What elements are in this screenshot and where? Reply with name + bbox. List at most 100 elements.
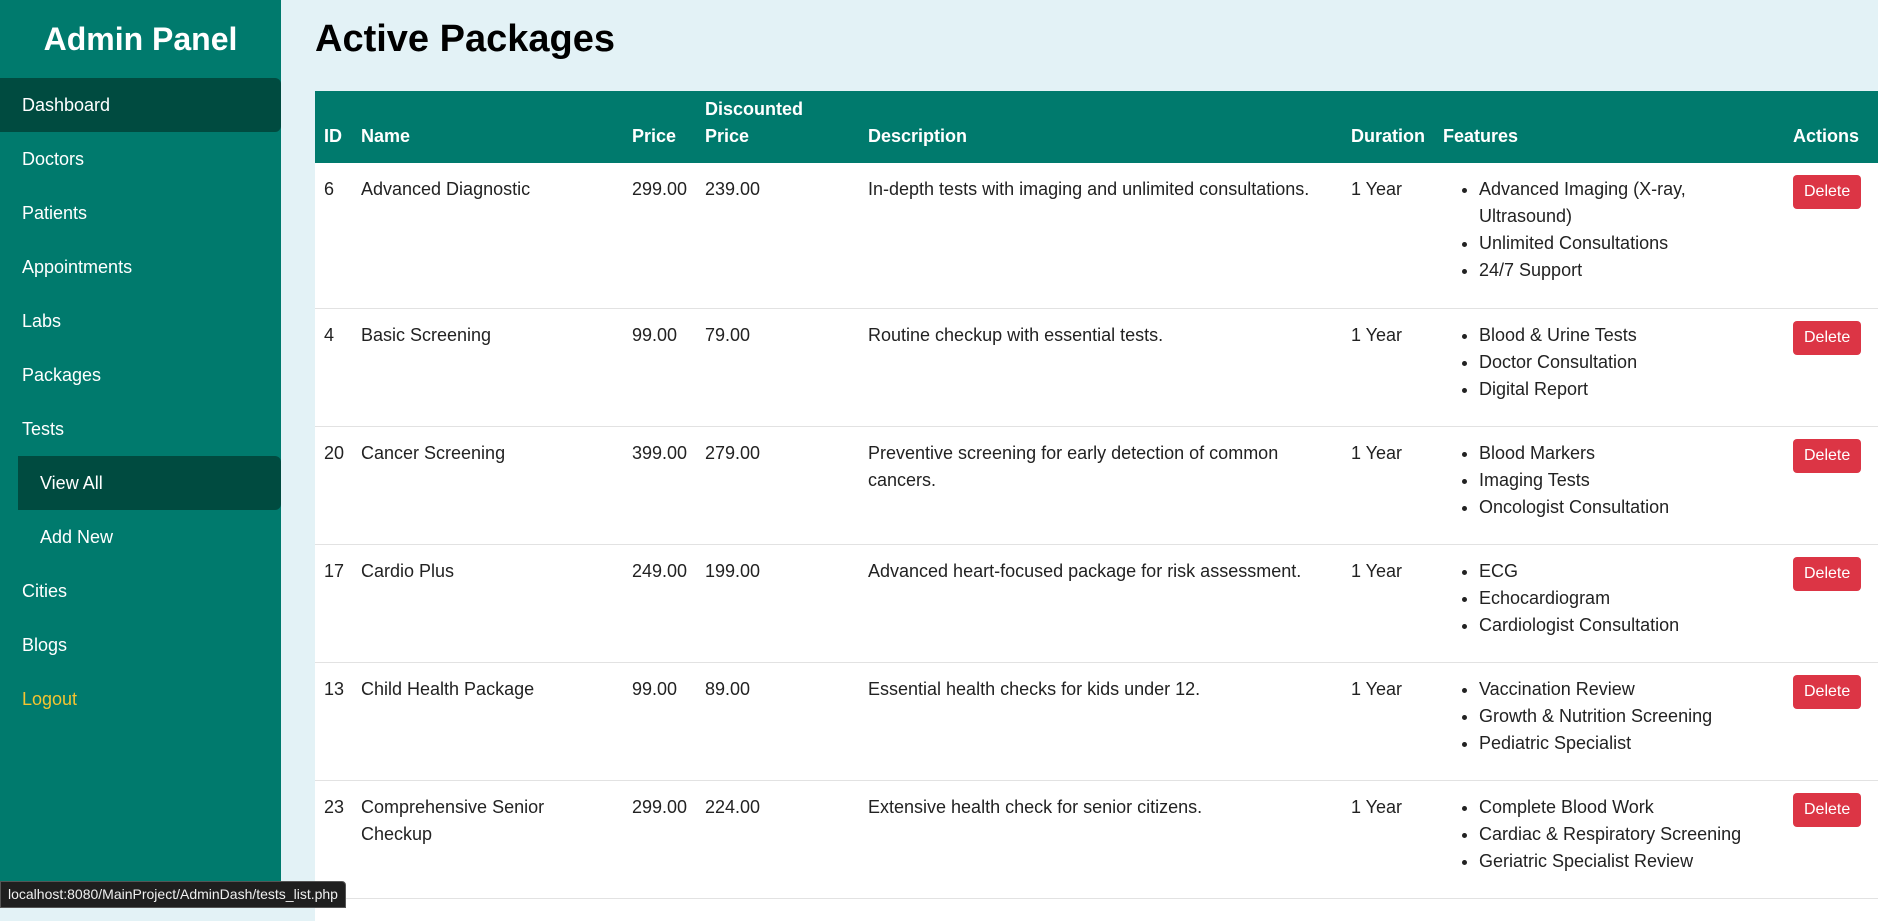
cell-description: Preventive screening for early detection… [859, 426, 1342, 545]
column-header-features: Features [1443, 126, 1519, 146]
cell-actions: Delete [1784, 308, 1878, 427]
cell-duration: 1 Year [1342, 544, 1434, 663]
page-title: Active Packages [315, 18, 615, 60]
delete-button[interactable]: Delete [1793, 556, 1862, 591]
feature-item: ECG [1479, 558, 1775, 585]
sidebar-item-doctors[interactable]: Doctors [0, 132, 281, 186]
cell-actions: Delete [1784, 426, 1878, 545]
app-title: Admin Panel [43, 21, 238, 57]
column-header-duration: Duration [1351, 126, 1425, 146]
cell-name: Basic Screening [352, 308, 623, 427]
cell-actions: Delete [1784, 163, 1878, 309]
features-list: Advanced Imaging (X-ray, Ultrasound)Unli… [1443, 176, 1775, 284]
cell-duration: 1 Year [1342, 780, 1434, 899]
cell-duration: 1 Year [1342, 308, 1434, 427]
feature-item: Doctor Consultation [1479, 349, 1775, 376]
column-header-price: Price [632, 126, 677, 146]
feature-item: Imaging Tests [1479, 467, 1775, 494]
browser-status-url: localhost:8080/MainProject/AdminDash/tes… [0, 881, 346, 908]
sidebar-subitem-add-new[interactable]: Add New [18, 510, 281, 564]
cell-features: Blood & Urine TestsDoctor ConsultationDi… [1434, 308, 1784, 427]
delete-button[interactable]: Delete [1793, 320, 1862, 355]
column-header-name: Name [361, 126, 411, 146]
table-row: 23 Comprehensive Senior Checkup 299.00 224.… [315, 780, 1878, 899]
feature-item: Cardiac & Respiratory Screening [1479, 821, 1775, 848]
sidebar-nav: Dashboard Doctors Patients Appointments … [0, 78, 281, 726]
cell-description: Routine checkup with essential tests. [859, 308, 1342, 427]
cell-discounted-price: 224.00 [696, 780, 859, 899]
cell-duration: 1 Year [1342, 426, 1434, 545]
cell-description: In-depth tests with imaging and unlimite… [859, 163, 1342, 309]
table-row: 17 Cardio Plus 249.00 199.00 Advanced heart-… [315, 544, 1878, 663]
cell-discounted-price: 239.00 [696, 163, 859, 309]
cell-name: Advanced Diagnostic [352, 163, 623, 309]
cell-actions: Delete [1784, 544, 1878, 663]
feature-item: Digital Report [1479, 376, 1775, 403]
feature-item: Growth & Nutrition Screening [1479, 703, 1775, 730]
delete-button[interactable]: Delete [1793, 438, 1862, 473]
cell-description: Advanced heart-focused package for risk … [859, 544, 1342, 663]
features-list: Blood MarkersImaging TestsOncologist Con… [1443, 440, 1775, 521]
sidebar-item-logout[interactable]: Logout [0, 672, 281, 726]
table-row: 20 Cancer Screening 399.00 279.00 Preventive… [315, 426, 1878, 545]
cell-price: 249.00 [623, 544, 696, 663]
feature-item: Blood Markers [1479, 440, 1775, 467]
cell-features: Advanced Imaging (X-ray, Ultrasound)Unli… [1434, 163, 1784, 309]
cell-features: Vaccination ReviewGrowth & Nutrition Scr… [1434, 662, 1784, 781]
cell-features: ECGEchocardiogramCardiologist Consultati… [1434, 544, 1784, 663]
delete-button[interactable]: Delete [1793, 792, 1862, 827]
table-header-row: ID Name Price Discounted Price Descripti… [315, 91, 1878, 163]
sidebar-subitem-view-all[interactable]: View All [18, 456, 281, 510]
cell-price: 99.00 [623, 662, 696, 781]
table-row: 13 Child Health Package 99.00 89.00 Essentia… [315, 662, 1878, 781]
feature-item: 24/7 Support [1479, 257, 1775, 284]
column-header-id: ID [324, 126, 342, 146]
table-row: 6 Advanced Diagnostic 299.00 239.00 In-depth… [315, 163, 1878, 309]
column-header-actions: Actions [1793, 126, 1860, 146]
features-list: Blood & Urine TestsDoctor ConsultationDi… [1443, 322, 1775, 403]
delete-button[interactable]: Delete [1793, 175, 1862, 209]
sidebar-item-packages[interactable]: Packages [0, 348, 281, 402]
cell-features: Blood MarkersImaging TestsOncologist Con… [1434, 426, 1784, 545]
cell-name: Comprehensive Senior Checkup [352, 780, 623, 899]
packages-table: ID Name Price Discounted Price Descripti… [315, 91, 1878, 899]
cell-id: 4 [315, 308, 352, 427]
feature-item: Vaccination Review [1479, 676, 1775, 703]
delete-button[interactable]: Delete [1793, 674, 1862, 709]
features-list: Vaccination ReviewGrowth & Nutrition Scr… [1443, 676, 1775, 757]
packages-table-container: ID Name Price Discounted Price Descripti… [315, 91, 1878, 921]
feature-item: Echocardiogram [1479, 585, 1775, 612]
sidebar-item-patients[interactable]: Patients [0, 186, 281, 240]
features-list: Complete Blood WorkCardiac & Respiratory… [1443, 794, 1775, 875]
cell-description: Extensive health check for senior citize… [859, 780, 1342, 899]
sidebar-item-appointments[interactable]: Appointments [0, 240, 281, 294]
cell-discounted-price: 89.00 [696, 662, 859, 781]
cell-actions: Delete [1784, 780, 1878, 899]
cell-id: 20 [315, 426, 352, 545]
sidebar-item-cities[interactable]: Cities [0, 564, 281, 618]
cell-actions: Delete [1784, 662, 1878, 781]
sidebar-item-blogs[interactable]: Blogs [0, 618, 281, 672]
cell-discounted-price: 79.00 [696, 308, 859, 427]
sidebar-item-labs[interactable]: Labs [0, 294, 281, 348]
feature-item: Geriatric Specialist Review [1479, 848, 1775, 875]
cell-duration: 1 Year [1342, 662, 1434, 781]
cell-price: 99.00 [623, 308, 696, 427]
cell-discounted-price: 199.00 [696, 544, 859, 663]
cell-price: 299.00 [623, 780, 696, 899]
cell-id: 17 [315, 544, 352, 663]
feature-item: Complete Blood Work [1479, 794, 1775, 821]
feature-item: Pediatric Specialist [1479, 730, 1775, 757]
cell-description: Essential health checks for kids under 1… [859, 662, 1342, 781]
cell-price: 399.00 [623, 426, 696, 545]
cell-name: Cardio Plus [352, 544, 623, 663]
column-header-description: Description [868, 126, 968, 146]
cell-features: Complete Blood WorkCardiac & Respiratory… [1434, 780, 1784, 899]
sidebar-item-dashboard[interactable]: Dashboard [0, 78, 281, 132]
feature-item: Advanced Imaging (X-ray, Ultrasound) [1479, 176, 1775, 230]
cell-id: 6 [315, 163, 352, 309]
cell-id: 13 [315, 662, 352, 781]
main-content: Active Packages ID Name Price Discounted… [281, 0, 1878, 921]
tests-submenu: View All Add New [0, 456, 281, 564]
sidebar-item-tests[interactable]: Tests [0, 402, 281, 456]
